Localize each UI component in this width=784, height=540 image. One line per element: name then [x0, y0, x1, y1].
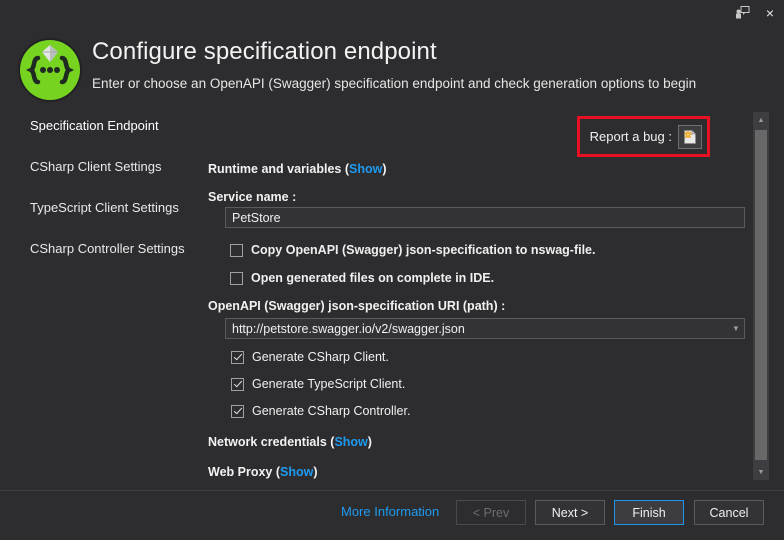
sidebar-item-label: TypeScript Client Settings	[30, 199, 179, 215]
generate-csharp-client-checkbox[interactable]	[231, 350, 244, 364]
sidebar-item-label: Specification Endpoint	[30, 117, 159, 133]
nswag-logo-icon	[20, 40, 80, 100]
dialog-footer: More Information < Prev Next > Finish Ca…	[0, 490, 784, 540]
network-credentials-section: Network credentials (Show)	[208, 435, 372, 449]
sidebar-item-label: CSharp Client Settings	[30, 158, 162, 174]
close-button[interactable]: ×	[756, 0, 784, 26]
open-generated-files-checkbox[interactable]	[230, 271, 243, 285]
scroll-down-arrow-icon[interactable]: ▼	[753, 464, 769, 480]
chevron-down-icon[interactable]: ▼	[728, 324, 744, 333]
sidebar-item-label: CSharp Controller Settings	[30, 240, 185, 256]
scroll-up-arrow-icon[interactable]: ▲	[753, 112, 769, 128]
sidebar-item-csharp-controller-settings[interactable]: CSharp Controller Settings	[0, 233, 200, 263]
runtime-show-link[interactable]: Show	[349, 162, 382, 176]
page-subtitle: Enter or choose an OpenAPI (Swagger) spe…	[92, 76, 697, 91]
generate-csharp-client-label: Generate CSharp Client.	[252, 350, 389, 364]
runtime-and-variables-section: Runtime and variables (Show)	[208, 162, 387, 176]
report-bug-label: Report a bug :	[589, 129, 672, 144]
dialog-header: Configure specification endpoint Enter o…	[0, 26, 784, 110]
window-controls: ×	[728, 0, 784, 26]
report-bug-document-icon[interactable]	[678, 124, 702, 149]
next-button[interactable]: Next >	[535, 500, 605, 525]
page-title: Configure specification endpoint	[92, 38, 437, 65]
prev-button[interactable]: < Prev	[456, 500, 526, 525]
sidebar-item-typescript-client-settings[interactable]: TypeScript Client Settings	[0, 192, 200, 222]
close-icon: ×	[765, 5, 775, 21]
sidebar-item-specification-endpoint[interactable]: Specification Endpoint	[0, 110, 200, 140]
copy-openapi-label: Copy OpenAPI (Swagger) json-specificatio…	[251, 243, 596, 257]
settings-panel: Report a bug : Runtime and variables (Sh…	[200, 110, 784, 490]
generate-csharp-client-option[interactable]: Generate CSharp Client.	[231, 350, 389, 364]
web-proxy-section: Web Proxy (Show)	[208, 465, 318, 479]
report-bug-highlight: Report a bug :	[576, 116, 710, 157]
web-proxy-show-link[interactable]: Show	[280, 465, 313, 479]
scrollbar-thumb[interactable]	[755, 130, 767, 460]
runtime-and-variables-label: Runtime and variables	[208, 162, 342, 176]
title-bar: ×	[0, 0, 784, 26]
network-credentials-label: Network credentials	[208, 435, 327, 449]
spec-uri-value: http://petstore.swagger.io/v2/swagger.js…	[232, 321, 465, 336]
sidebar-nav: Specification Endpoint CSharp Client Set…	[0, 110, 200, 490]
open-generated-files-option[interactable]: Open generated files on complete in IDE.	[230, 271, 494, 285]
service-name-label: Service name :	[208, 190, 297, 204]
feedback-icon[interactable]	[728, 0, 756, 26]
copy-openapi-checkbox[interactable]	[230, 243, 243, 257]
generate-csharp-controller-label: Generate CSharp Controller.	[252, 404, 411, 418]
service-name-value: PetStore	[232, 210, 281, 225]
finish-button[interactable]: Finish	[614, 500, 684, 525]
generate-typescript-client-option[interactable]: Generate TypeScript Client.	[231, 377, 405, 391]
service-name-input[interactable]: PetStore	[225, 207, 745, 228]
spec-uri-combobox[interactable]: http://petstore.swagger.io/v2/swagger.js…	[225, 318, 745, 339]
generate-typescript-client-label: Generate TypeScript Client.	[252, 377, 406, 391]
open-generated-files-label: Open generated files on complete in IDE.	[251, 271, 495, 285]
generate-typescript-client-checkbox[interactable]	[231, 377, 244, 391]
content-scrollbar[interactable]: ▲ ▼	[753, 112, 769, 480]
sidebar-item-csharp-client-settings[interactable]: CSharp Client Settings	[0, 151, 200, 181]
cancel-button[interactable]: Cancel	[694, 500, 764, 525]
dialog-window: × Configure specification endpoint Enter	[0, 0, 784, 540]
more-information-link[interactable]: More Information	[341, 504, 439, 519]
network-credentials-show-link[interactable]: Show	[334, 435, 367, 449]
generate-csharp-controller-option[interactable]: Generate CSharp Controller.	[231, 404, 410, 418]
report-bug-control[interactable]: Report a bug :	[580, 122, 707, 151]
web-proxy-label: Web Proxy	[208, 465, 273, 479]
spec-uri-label: OpenAPI (Swagger) json-specification URI…	[208, 299, 506, 313]
generate-csharp-controller-checkbox[interactable]	[231, 404, 244, 418]
copy-openapi-to-nswag-file-option[interactable]: Copy OpenAPI (Swagger) json-specificatio…	[230, 243, 595, 257]
